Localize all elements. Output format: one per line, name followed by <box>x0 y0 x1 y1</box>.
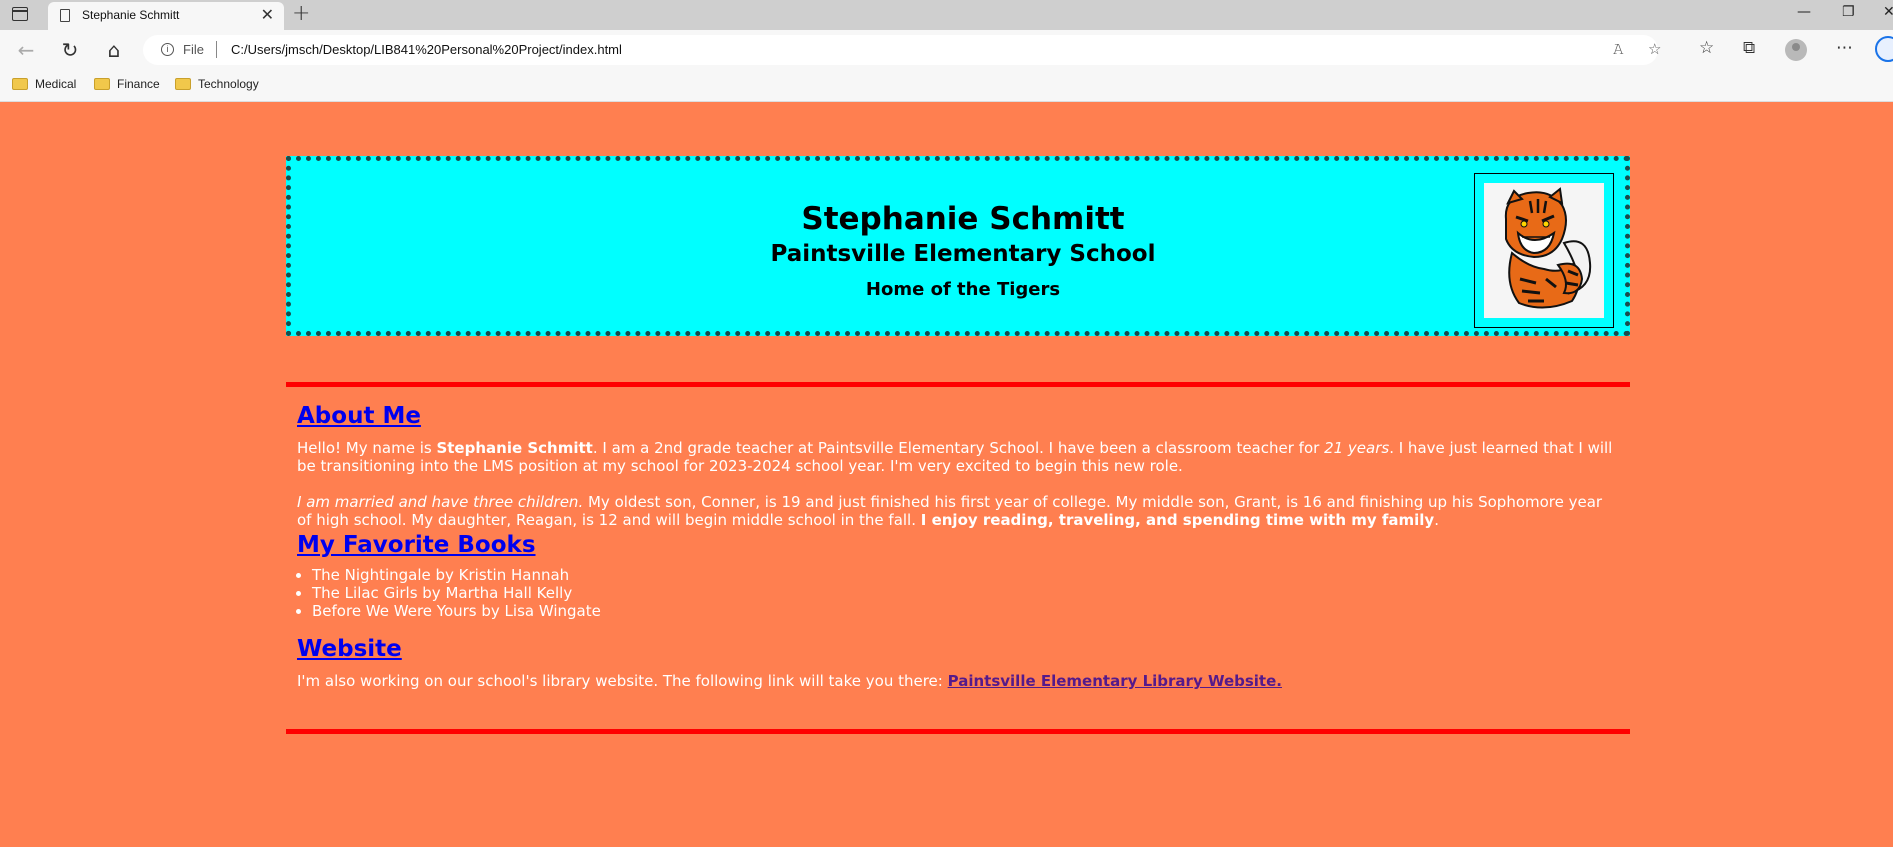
tiger-mascot-image <box>1484 183 1604 318</box>
new-tab-icon[interactable]: + <box>292 1 310 26</box>
url-divider <box>216 41 217 58</box>
website-paragraph: I'm also working on our school's library… <box>297 672 1282 690</box>
website-heading[interactable]: Website <box>297 635 1615 663</box>
list-item: The Lilac Girls by Martha Hall Kelly <box>312 584 1615 602</box>
page-header: Stephanie Schmitt Paintsville Elementary… <box>286 156 1630 336</box>
address-bar[interactable]: i File C:/Users/jmsch/Desktop/LIB841%20P… <box>143 35 1661 65</box>
tab-strip: Stephanie Schmitt ✕ + — ❐ ✕ <box>0 0 1893 30</box>
tiger-logo-frame <box>1474 173 1614 328</box>
about-me-heading[interactable]: About Me <box>297 402 1615 430</box>
profile-avatar[interactable] <box>1785 39 1807 61</box>
url-text[interactable]: C:/Users/jmsch/Desktop/LIB841%20Personal… <box>231 42 622 57</box>
books-list: The Nightingale by Kristin Hannah The Li… <box>297 566 1615 620</box>
main-content: About Me Hello! My name is Stephanie Sch… <box>297 402 1615 690</box>
school-name: Paintsville Elementary School <box>770 241 1156 267</box>
about-paragraph-2: I am married and have three children. My… <box>297 493 1603 529</box>
folder-icon <box>12 78 28 90</box>
top-divider <box>286 382 1630 387</box>
restore-icon[interactable]: ❐ <box>1842 4 1855 20</box>
school-tagline: Home of the Tigers <box>865 279 1061 300</box>
file-label: File <box>183 42 204 57</box>
bottom-divider <box>286 729 1630 734</box>
active-tab[interactable]: Stephanie Schmitt ✕ <box>48 2 284 30</box>
close-window-icon[interactable]: ✕ <box>1883 4 1893 20</box>
library-website-link[interactable]: Paintsville Elementary Library Website. <box>948 672 1282 690</box>
tiger-icon <box>1504 187 1592 309</box>
favorites-icon[interactable]: ☆ <box>1699 38 1714 58</box>
tab-title: Stephanie Schmitt <box>82 8 180 22</box>
folder-icon <box>94 78 110 90</box>
back-icon[interactable]: ← <box>12 36 40 64</box>
page-icon <box>60 9 70 22</box>
bookmarks-bar: Medical Finance Technology <box>0 70 1893 102</box>
add-favorite-icon[interactable]: ☆ <box>1648 40 1661 58</box>
bookmark-technology[interactable]: Technology <box>175 77 259 91</box>
folder-icon <box>175 78 191 90</box>
home-icon[interactable]: ⌂ <box>100 36 128 64</box>
page-title: Stephanie Schmitt <box>801 201 1125 237</box>
collections-icon[interactable]: ⧉ <box>1743 38 1755 58</box>
info-icon[interactable]: i <box>161 43 174 56</box>
bookmark-medical[interactable]: Medical <box>12 77 76 91</box>
about-paragraph-1: Hello! My name is Stephanie Schmitt. I a… <box>297 439 1613 475</box>
more-menu-icon[interactable]: ⋯ <box>1836 38 1853 58</box>
browser-toolbar: ← ↻ ⌂ i File C:/Users/jmsch/Desktop/LIB8… <box>0 30 1893 70</box>
bookmark-finance[interactable]: Finance <box>94 77 160 91</box>
close-icon[interactable]: ✕ <box>261 5 274 24</box>
minimize-icon[interactable]: — <box>1797 4 1811 20</box>
sidebar-toggle-icon[interactable] <box>12 7 28 21</box>
copilot-icon[interactable] <box>1875 36 1893 62</box>
read-aloud-icon[interactable]: 𝙰 <box>1613 40 1624 58</box>
favorite-books-heading[interactable]: My Favorite Books <box>297 531 1615 559</box>
list-item: The Nightingale by Kristin Hannah <box>312 566 1615 584</box>
refresh-icon[interactable]: ↻ <box>56 36 84 64</box>
list-item: Before We Were Yours by Lisa Wingate <box>312 602 1615 620</box>
